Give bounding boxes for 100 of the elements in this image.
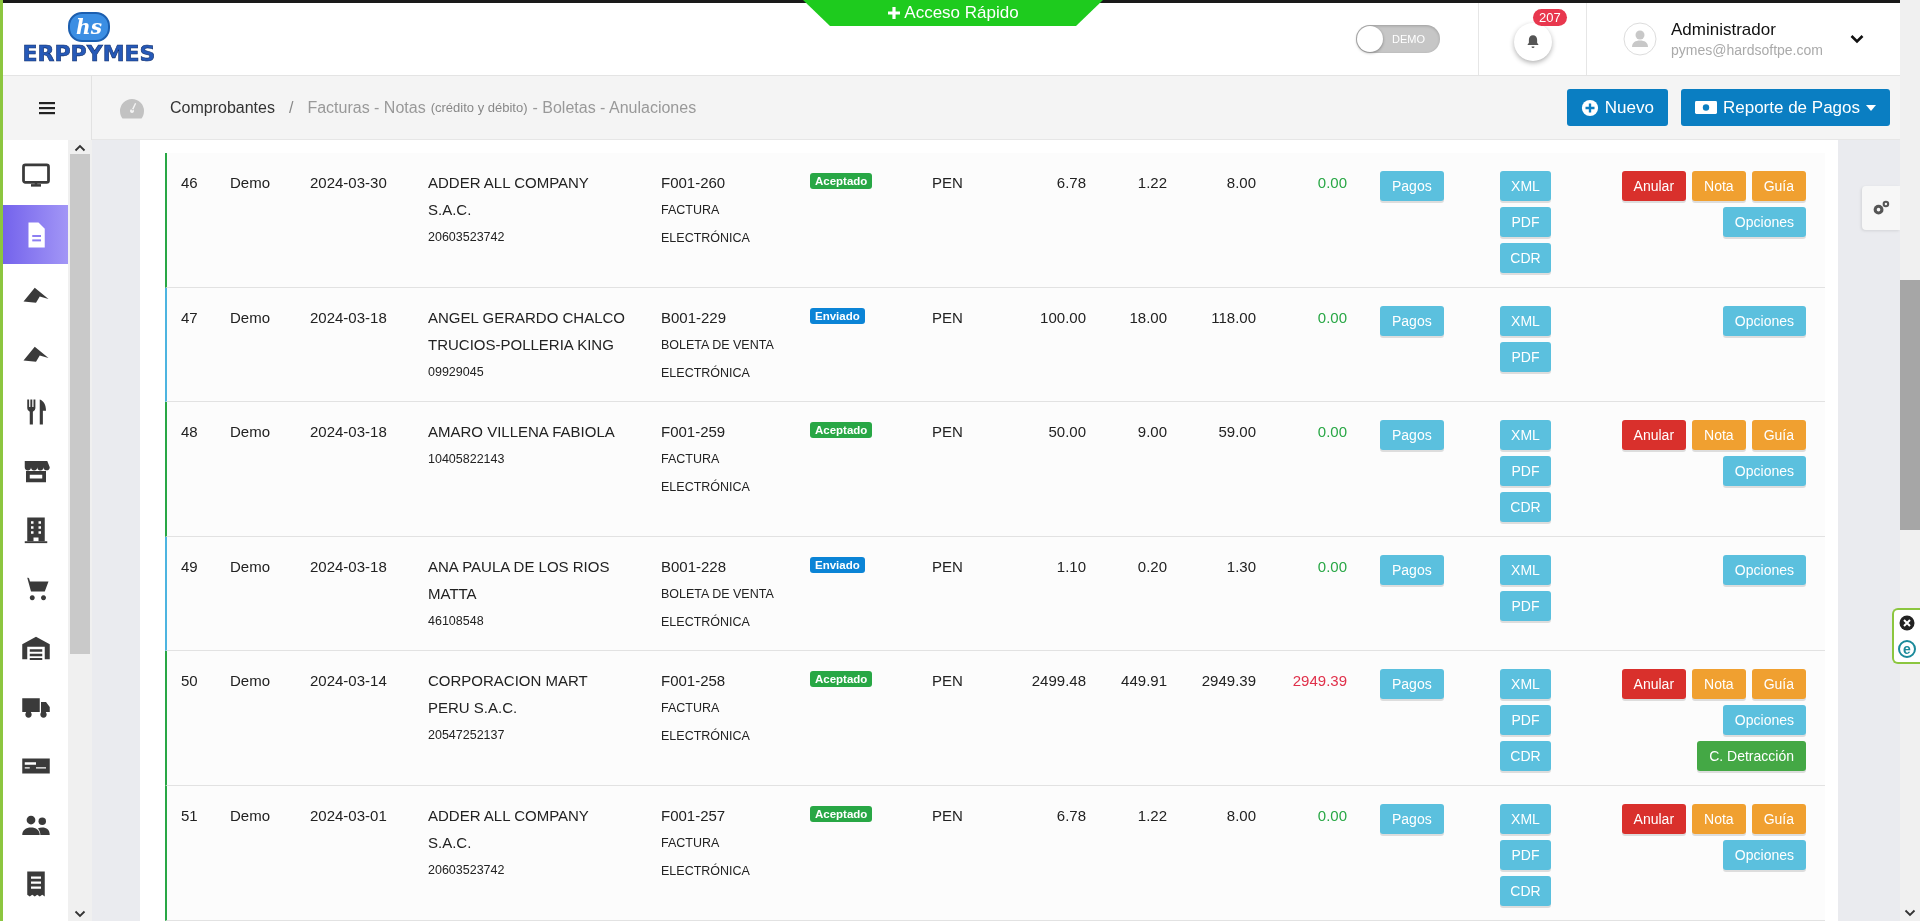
file-download-button[interactable]: PDF — [1500, 705, 1551, 735]
scroll-down-icon[interactable] — [74, 910, 86, 918]
customer-id: 20547252137 — [428, 727, 505, 744]
action-button[interactable]: Anular — [1621, 171, 1687, 201]
action-button[interactable]: Anular — [1621, 669, 1687, 699]
payments-button[interactable]: Pagos — [1380, 669, 1444, 699]
file-download-button[interactable]: CDR — [1500, 876, 1551, 906]
gauge-icon — [118, 96, 146, 119]
file-download-button[interactable]: XML — [1500, 420, 1551, 450]
close-icon[interactable] — [1899, 614, 1915, 631]
document-type: FACTURA ELECTRÓNICA — [661, 202, 751, 247]
payments-button[interactable]: Pagos — [1380, 306, 1444, 336]
sidebar-scrollbar[interactable] — [70, 154, 90, 654]
currency-cell-text: PEN — [932, 806, 964, 826]
status-badge: Aceptado — [810, 173, 873, 189]
file-download-button[interactable]: XML — [1500, 669, 1551, 699]
status-badge: Aceptado — [810, 671, 873, 687]
file-download-button[interactable]: PDF — [1500, 456, 1551, 486]
action-button[interactable]: Guía — [1751, 171, 1806, 201]
action-button[interactable]: Opciones — [1722, 555, 1806, 585]
document-number: F001-260 — [661, 173, 726, 193]
settings-icon — [1871, 199, 1891, 217]
status-badge: Aceptado — [810, 806, 873, 822]
payments-report-button[interactable]: Reporte de Pagos — [1680, 89, 1890, 126]
tax-cell-text: 449.91 — [1121, 671, 1167, 691]
breadcrumb-current-rest: - Boletas - Anulaciones — [532, 98, 697, 117]
user-name: Administrador — [1671, 20, 1777, 40]
action-button[interactable]: Guía — [1751, 804, 1806, 834]
file-download-button[interactable]: XML — [1500, 171, 1551, 201]
file-download-button[interactable]: XML — [1500, 555, 1551, 585]
action-button[interactable]: Anular — [1621, 804, 1687, 834]
file-download-button[interactable]: PDF — [1500, 342, 1551, 372]
currency-cell-text: PEN — [932, 557, 964, 577]
plus-circle-icon — [1580, 98, 1599, 117]
scroll-up-icon[interactable] — [74, 144, 86, 152]
menu-icon[interactable] — [39, 101, 55, 115]
chevron-down-icon[interactable] — [1850, 34, 1864, 44]
file-download-button[interactable]: PDF — [1500, 840, 1551, 870]
document-number: F001-257 — [661, 806, 726, 826]
demo-toggle[interactable]: DEMO — [1356, 25, 1440, 53]
payments-button[interactable]: Pagos — [1380, 804, 1444, 834]
date-cell-text: 2024-03-01 — [310, 806, 388, 826]
breadcrumb-current: Facturas - Notas — [307, 98, 426, 117]
breadcrumb-separator: / — [288, 98, 294, 117]
customer-name: AMARO VILLENA FABIOLA — [428, 422, 615, 442]
balance-cell-text: 0.00 — [1317, 173, 1347, 193]
new-button[interactable]: Nuevo — [1566, 89, 1668, 126]
tax-cell-text: 9.00 — [1137, 422, 1167, 442]
customer-id: 20603523742 — [428, 229, 505, 246]
banknote-icon — [1694, 100, 1717, 115]
breadcrumb-link[interactable]: Comprobantes — [170, 98, 275, 117]
action-button[interactable]: C. Detracción — [1697, 741, 1806, 771]
balance-cell-text: 0.00 — [1317, 557, 1347, 577]
notifications-button[interactable] — [1513, 23, 1552, 61]
user-email: pymes@hardsoftpe.com — [1671, 42, 1824, 58]
total-cell-text: 8.00 — [1226, 173, 1256, 193]
subtotal-cell-text: 2499.48 — [1031, 671, 1086, 691]
payments-button[interactable]: Pagos — [1380, 420, 1444, 450]
row-number: 50 — [181, 671, 199, 691]
file-download-button[interactable]: XML — [1500, 306, 1551, 336]
file-download-button[interactable]: CDR — [1500, 741, 1551, 771]
user-cell-text: Demo — [230, 422, 271, 442]
action-button[interactable]: Opciones — [1722, 306, 1806, 336]
currency-cell-text: PEN — [932, 422, 964, 442]
user-cell-text: Demo — [230, 173, 271, 193]
floating-widget[interactable]: e — [1892, 608, 1920, 664]
action-button[interactable]: Nota — [1692, 171, 1746, 201]
settings-button[interactable] — [1862, 186, 1900, 230]
file-download-button[interactable]: CDR — [1500, 492, 1551, 522]
currency-cell-text: PEN — [932, 308, 964, 328]
document-type: FACTURA ELECTRÓNICA — [661, 451, 751, 496]
payments-button[interactable]: Pagos — [1380, 171, 1444, 201]
scroll-down-icon[interactable] — [1904, 909, 1916, 917]
total-cell-text: 1.30 — [1226, 557, 1256, 577]
total-cell-text: 2949.39 — [1201, 671, 1256, 691]
action-button[interactable]: Opciones — [1722, 207, 1806, 237]
action-button[interactable]: Nota — [1692, 669, 1746, 699]
customer-id: 10405822143 — [428, 451, 505, 468]
customer-id: 09929045 — [428, 364, 484, 381]
action-button[interactable]: Guía — [1751, 669, 1806, 699]
action-button[interactable]: Nota — [1692, 804, 1746, 834]
total-cell-text: 59.00 — [1218, 422, 1256, 442]
file-download-button[interactable]: PDF — [1500, 591, 1551, 621]
customer-name: ADDER ALL COMPANY S.A.C. — [428, 173, 590, 220]
row-number: 49 — [181, 557, 199, 577]
file-download-button[interactable]: CDR — [1500, 243, 1551, 273]
action-button[interactable]: Guía — [1751, 420, 1806, 450]
action-button[interactable]: Opciones — [1722, 456, 1806, 486]
action-button[interactable]: Anular — [1621, 420, 1687, 450]
file-download-button[interactable]: PDF — [1500, 207, 1551, 237]
document-number: B001-229 — [661, 308, 727, 328]
notification-count: 207 — [1533, 9, 1567, 26]
action-button[interactable]: Opciones — [1722, 840, 1806, 870]
payments-button[interactable]: Pagos — [1380, 555, 1444, 585]
customer-name: ANGEL GERARDO CHALCO TRUCIOS-POLLERIA KING — [428, 308, 626, 355]
action-button[interactable]: Opciones — [1722, 705, 1806, 735]
action-button[interactable]: Nota — [1692, 420, 1746, 450]
quick-access-tab[interactable]: Acceso Rápido — [803, 0, 1103, 26]
page-scrollbar[interactable] — [1900, 280, 1920, 530]
file-download-button[interactable]: XML — [1500, 804, 1551, 834]
